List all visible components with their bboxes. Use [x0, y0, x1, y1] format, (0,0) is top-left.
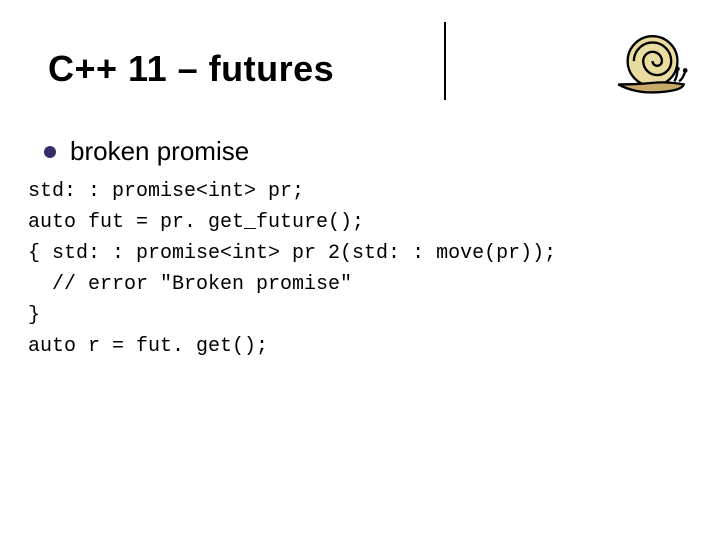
bullet-item: broken promise	[44, 136, 249, 167]
code-line: }	[28, 304, 40, 327]
snail-icon	[612, 30, 690, 100]
slide: C++ 11 – futures broken promise std: : p…	[0, 0, 720, 540]
bullet-dot-icon	[44, 146, 56, 158]
code-line: { std: : promise<int> pr 2(std: : move(p…	[28, 242, 556, 265]
code-block: std: : promise<int> pr; auto fut = pr. g…	[28, 176, 556, 362]
subtitle: broken promise	[70, 136, 249, 167]
page-title: C++ 11 – futures	[48, 48, 334, 90]
code-line: auto r = fut. get();	[28, 335, 268, 358]
code-line: std: : promise<int> pr;	[28, 180, 304, 203]
title-divider	[444, 22, 446, 100]
code-line: auto fut = pr. get_future();	[28, 211, 364, 234]
code-line: // error "Broken promise"	[28, 273, 352, 296]
